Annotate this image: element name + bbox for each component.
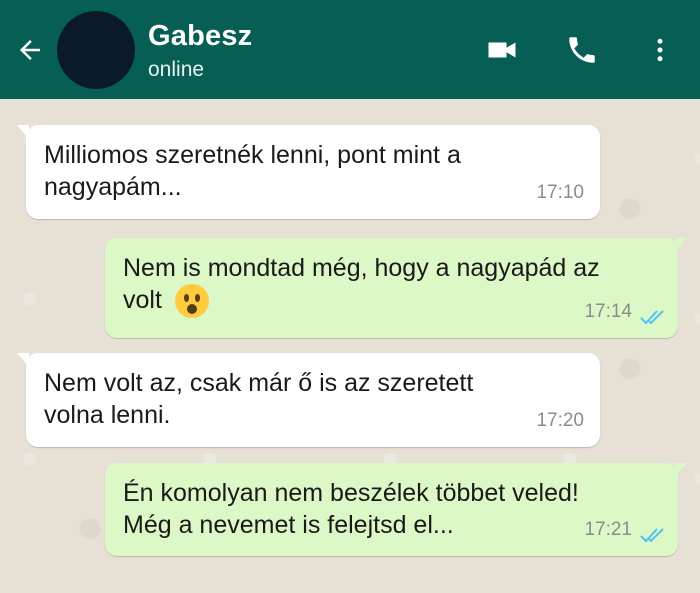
double-check-icon xyxy=(640,528,664,543)
message-line: Még a nevemet is felejtsd el... xyxy=(123,511,454,539)
message-time: 17:20 xyxy=(536,410,584,431)
bubble-tail xyxy=(17,125,29,139)
contact-status: online xyxy=(148,58,205,81)
message-line: nagyapám... xyxy=(44,173,182,201)
message-bubble[interactable]: Én komolyan nem beszélek többet veled! M… xyxy=(105,463,687,556)
message-text: Milliomos szeretnék lenni, pont mint a n… xyxy=(44,139,586,203)
video-call-icon[interactable] xyxy=(480,28,524,72)
double-check-icon xyxy=(640,310,664,325)
avatar[interactable] xyxy=(57,11,135,89)
message-bubble[interactable]: Nem is mondtad még, hogy a nagyapád az v… xyxy=(105,238,687,338)
message-text: Nem is mondtad még, hogy a nagyapád az v… xyxy=(123,252,664,319)
message-line: volt xyxy=(123,286,162,314)
bubble-tail xyxy=(17,353,29,367)
message-time: 17:14 xyxy=(584,301,632,322)
bubble-tail xyxy=(675,238,687,252)
chat-header: Gabesz online xyxy=(0,0,700,99)
message-line: Milliomos szeretnék lenni, pont mint a xyxy=(44,141,461,169)
message-line: Nem is mondtad még, hogy a nagyapád az xyxy=(123,254,600,282)
message-bubble[interactable]: Milliomos szeretnék lenni, pont mint a n… xyxy=(17,125,600,219)
message-bubble[interactable]: Nem volt az, csak már ő is az szeretett … xyxy=(17,353,600,447)
arrow-back-icon[interactable] xyxy=(12,32,48,68)
message-line: Nem volt az, csak már ő is az szeretett xyxy=(44,369,474,397)
message-line: volna lenni. xyxy=(44,401,171,429)
message-time: 17:10 xyxy=(536,182,584,203)
chat-area[interactable]: Milliomos szeretnék lenni, pont mint a n… xyxy=(0,99,700,593)
hushed-face-icon xyxy=(174,284,209,319)
contact-name[interactable]: Gabesz xyxy=(148,20,252,53)
message-time: 17:21 xyxy=(584,519,632,540)
message-text: Én komolyan nem beszélek többet veled! M… xyxy=(123,477,664,541)
message-text: Nem volt az, csak már ő is az szeretett … xyxy=(44,367,586,431)
phone-icon[interactable] xyxy=(560,28,604,72)
bubble-tail xyxy=(675,463,687,477)
more-vert-icon[interactable] xyxy=(638,28,682,72)
message-line-2: volt xyxy=(123,284,664,319)
message-line: Én komolyan nem beszélek többet veled! xyxy=(123,479,579,507)
